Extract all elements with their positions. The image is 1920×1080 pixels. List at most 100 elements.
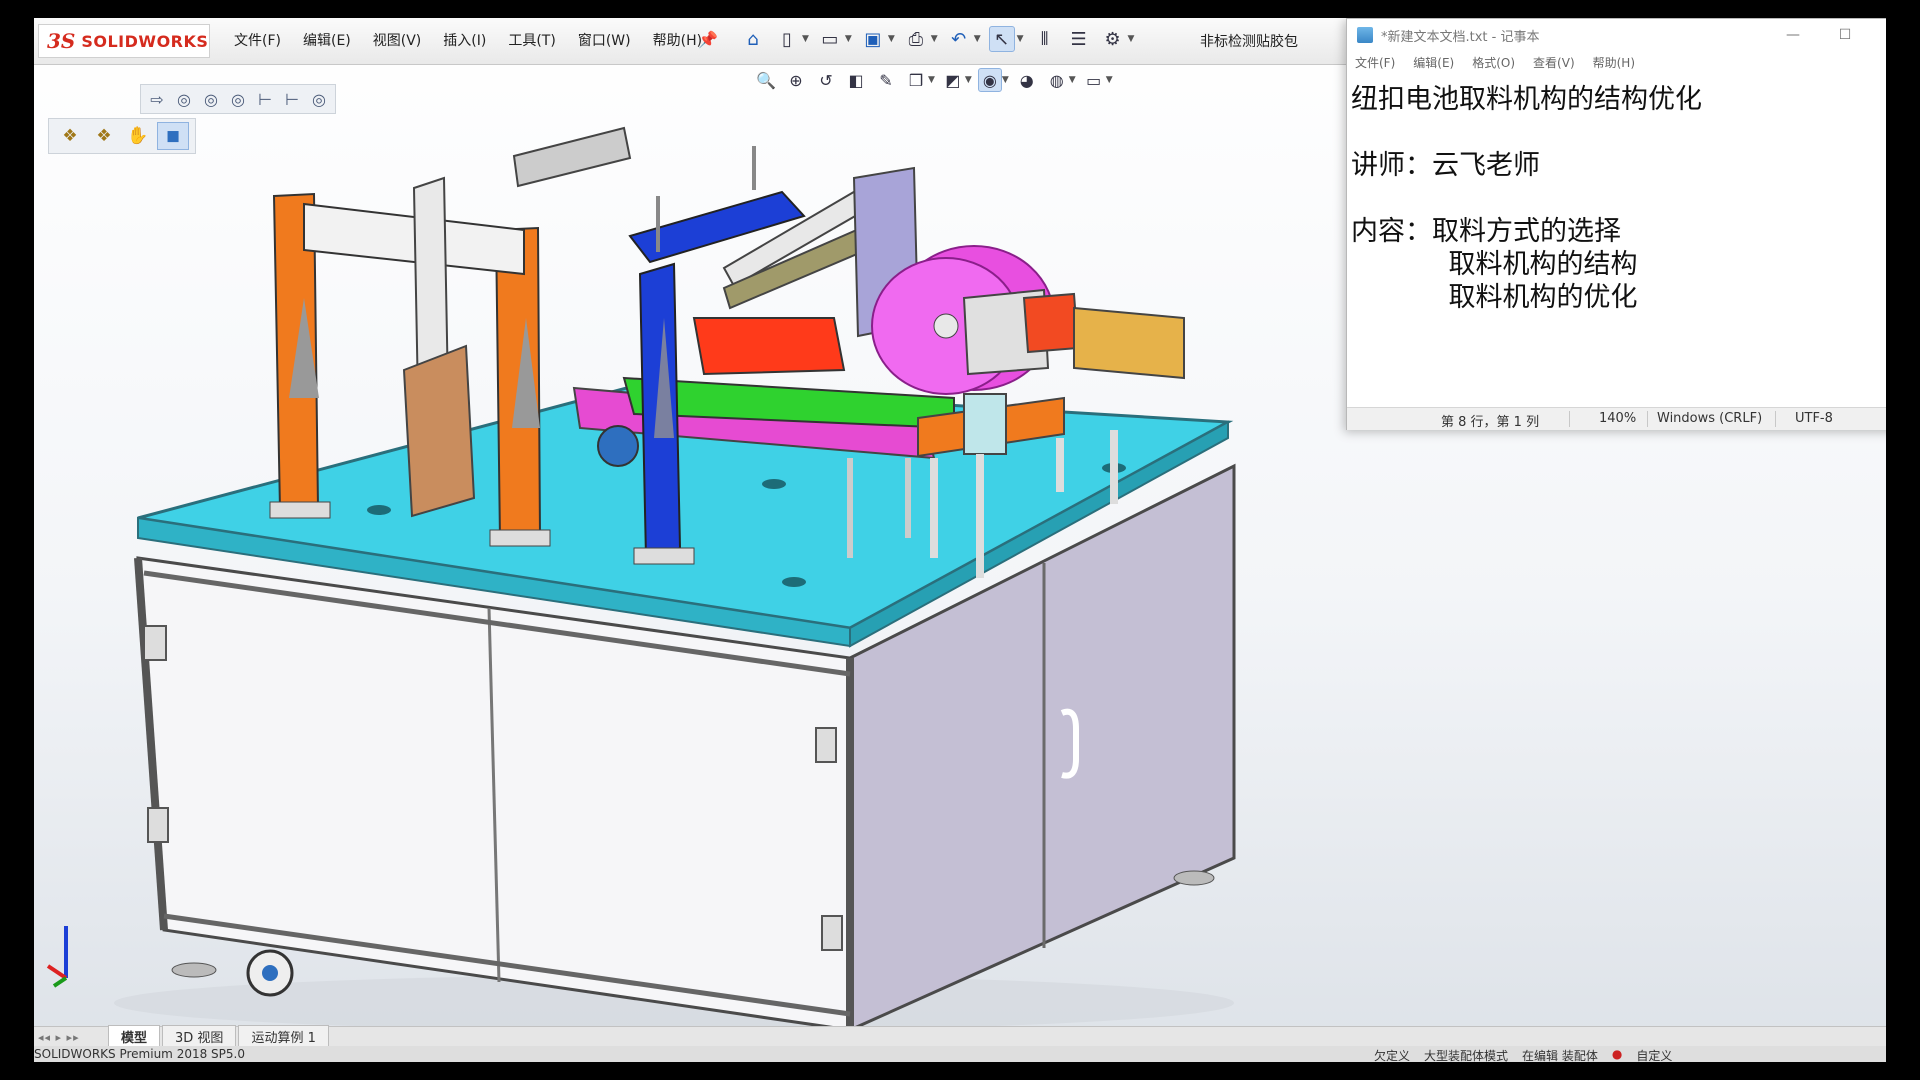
mate-icon[interactable]: ❖ bbox=[89, 123, 119, 149]
print-icon[interactable]: ⎙ bbox=[903, 26, 929, 52]
menu-insert[interactable]: 插入(I) bbox=[443, 30, 486, 50]
tab-3d-view[interactable]: 3D 视图 bbox=[162, 1025, 237, 1047]
logo-mark: 3S bbox=[47, 29, 76, 53]
assembly-cube-icon[interactable]: ◼ bbox=[157, 122, 189, 150]
zoom-level: 140% bbox=[1599, 411, 1637, 426]
property-manager-icon[interactable]: ◎ bbox=[199, 87, 223, 111]
status-divider bbox=[1647, 411, 1648, 427]
section-view-icon[interactable]: ◧ bbox=[844, 68, 868, 92]
configuration-manager-icon[interactable]: ◎ bbox=[226, 87, 250, 111]
status-large-assembly: 大型装配体模式 bbox=[1424, 1049, 1509, 1062]
chevron-down-icon[interactable]: ▼ bbox=[1106, 75, 1113, 85]
chevron-down-icon[interactable]: ▼ bbox=[1002, 75, 1009, 85]
expand-arrow-icon[interactable]: ⇨ bbox=[145, 87, 169, 111]
component-toolbar: ❖ ❖ ✋ ◼ bbox=[48, 118, 196, 154]
save-icon[interactable]: ▣ bbox=[860, 26, 886, 52]
zoom-area-icon[interactable]: ⊕ bbox=[784, 68, 808, 92]
menu-tools[interactable]: 工具(T) bbox=[508, 30, 555, 50]
notepad-menu-edit[interactable]: 编辑(E) bbox=[1413, 54, 1454, 71]
dimxpert-icon[interactable]: ⊢ bbox=[253, 87, 277, 111]
menu-edit[interactable]: 编辑(E) bbox=[303, 30, 351, 50]
chevron-down-icon[interactable]: ▼ bbox=[1069, 75, 1076, 85]
select-pointer-icon[interactable]: ↖ bbox=[988, 26, 1015, 52]
text-line: 取料机构的结构 bbox=[1351, 249, 1638, 280]
notepad-titlebar[interactable]: *新建文本文档.txt - 记事本 — ☐ ✕ bbox=[1347, 19, 1886, 51]
dynamic-annotation-icon[interactable]: ✎ bbox=[874, 68, 898, 92]
chevron-down-icon[interactable]: ▼ bbox=[888, 34, 895, 44]
menu-view[interactable]: 视图(V) bbox=[373, 30, 422, 50]
insert-component-icon[interactable]: ❖ bbox=[55, 123, 85, 149]
tab-motion-study[interactable]: 运动算例 1 bbox=[238, 1025, 329, 1047]
main-menu: 文件(F) 编辑(E) 视图(V) 插入(I) 工具(T) 窗口(W) 帮助(H… bbox=[234, 30, 702, 50]
status-version: SOLIDWORKS Premium 2018 SP5.0 bbox=[34, 1047, 245, 1061]
view-toolbar: 🔍 ⊕ ↺ ◧ ✎ ❒ ▼ ◩ ▼ ◉ ▼ ◕ ◍ ▼ ▭ ▼ bbox=[754, 68, 1113, 92]
edit-appearance-icon[interactable]: ◕ bbox=[1015, 68, 1039, 92]
chevron-down-icon[interactable]: ▼ bbox=[1017, 34, 1024, 44]
chevron-down-icon[interactable]: ▼ bbox=[845, 34, 852, 44]
menu-file[interactable]: 文件(F) bbox=[234, 30, 281, 50]
notepad-text-area[interactable]: 纽扣电池取料机构的结构优化 讲师：云飞老师 内容：取料方式的选择 取料机构的结构… bbox=[1347, 73, 1886, 407]
notepad-menu: 文件(F) 编辑(E) 格式(O) 查看(V) 帮助(H) bbox=[1347, 51, 1886, 73]
hide-show-icon[interactable]: ◉ bbox=[977, 68, 1002, 92]
status-right: 欠定义 大型装配体模式 在编辑 装配体 ● 自定义 bbox=[1374, 1047, 1672, 1062]
chevron-down-icon[interactable]: ▼ bbox=[931, 34, 938, 44]
options-gear-icon[interactable]: ⚙ bbox=[1100, 26, 1126, 52]
notepad-menu-view[interactable]: 查看(V) bbox=[1533, 54, 1575, 71]
tab-model[interactable]: 模型 bbox=[108, 1025, 161, 1047]
move-component-icon[interactable]: ✋ bbox=[123, 123, 153, 149]
chevron-down-icon[interactable]: ▼ bbox=[928, 75, 935, 85]
view-orientation-icon[interactable]: ❒ bbox=[904, 68, 928, 92]
pin-icon[interactable]: 📌 bbox=[698, 30, 718, 49]
solidworks-window: 3S SOLIDWORKS 文件(F) 编辑(E) 视图(V) 插入(I) 工具… bbox=[34, 18, 1886, 1062]
display-style-icon[interactable]: ◩ bbox=[941, 68, 965, 92]
status-units[interactable]: 自定义 bbox=[1636, 1047, 1672, 1062]
notepad-window: *新建文本文档.txt - 记事本 — ☐ ✕ 文件(F) 编辑(E) 格式(O… bbox=[1346, 18, 1886, 430]
undo-icon[interactable]: ↶ bbox=[946, 26, 972, 52]
coordinate-triad-icon bbox=[46, 926, 68, 988]
chevron-down-icon[interactable]: ▼ bbox=[965, 75, 972, 85]
feature-manager-icon[interactable]: ◎ bbox=[172, 87, 196, 111]
file-properties-icon[interactable]: ☰ bbox=[1066, 26, 1092, 52]
status-bar: SOLIDWORKS Premium 2018 SP5.0 欠定义 大型装配体模… bbox=[34, 1046, 1886, 1062]
close-icon[interactable]: ✕ bbox=[1871, 19, 1886, 51]
text-line bbox=[1351, 182, 1886, 215]
chevron-down-icon[interactable]: ▼ bbox=[802, 34, 809, 44]
cam-manager-icon[interactable]: ◎ bbox=[307, 87, 331, 111]
new-document-icon[interactable]: ▯ bbox=[774, 26, 800, 52]
home-icon[interactable]: ⌂ bbox=[740, 26, 766, 52]
status-divider bbox=[1775, 411, 1776, 427]
text-line: 纽扣电池取料机构的结构优化 bbox=[1351, 84, 1702, 115]
chevron-down-icon[interactable]: ▼ bbox=[1128, 34, 1135, 44]
notepad-menu-help[interactable]: 帮助(H) bbox=[1593, 54, 1635, 71]
minimize-icon[interactable]: — bbox=[1767, 19, 1819, 51]
view-settings-icon[interactable]: ▭ bbox=[1082, 68, 1106, 92]
text-line: 内容：取料方式的选择 bbox=[1351, 216, 1621, 247]
logo-text: SOLIDWORKS bbox=[81, 31, 209, 51]
menu-help[interactable]: 帮助(H) bbox=[653, 30, 702, 50]
notepad-status-bar: 第 8 行，第 1 列 140% Windows (CRLF) UTF-8 bbox=[1347, 407, 1886, 430]
notepad-menu-format[interactable]: 格式(O) bbox=[1472, 54, 1515, 71]
notepad-app-icon bbox=[1357, 27, 1373, 43]
feature-manager-toolbar: ⇨ ◎ ◎ ◎ ⊢ ⊢ ◎ bbox=[140, 84, 336, 114]
notepad-menu-file[interactable]: 文件(F) bbox=[1355, 54, 1395, 71]
encoding: UTF-8 bbox=[1795, 411, 1833, 426]
menu-window[interactable]: 窗口(W) bbox=[578, 30, 631, 50]
display-manager-icon[interactable]: ⊢ bbox=[280, 87, 304, 111]
apply-scene-icon[interactable]: ◍ bbox=[1045, 68, 1069, 92]
cursor-position: 第 8 行，第 1 列 bbox=[1441, 415, 1540, 430]
standard-toolbar: ⌂ ▯ ▼ ▭ ▼ ▣ ▼ ⎙ ▼ ↶ ▼ ↖ ▼ ⦀ ☰ ⚙ ▼ bbox=[740, 26, 1134, 52]
text-line: 取料机构的优化 bbox=[1351, 282, 1638, 313]
rebuild-indicator-icon[interactable]: ● bbox=[1612, 1047, 1622, 1062]
zoom-to-fit-icon[interactable]: 🔍 bbox=[754, 68, 778, 92]
status-definition: 欠定义 bbox=[1374, 1049, 1411, 1062]
previous-view-icon[interactable]: ↺ bbox=[814, 68, 838, 92]
window-controls: — ☐ ✕ bbox=[1767, 19, 1886, 51]
chevron-down-icon[interactable]: ▼ bbox=[974, 34, 981, 44]
open-folder-icon[interactable]: ▭ bbox=[817, 26, 843, 52]
tab-scroll-controls[interactable]: ◂◂ ▸ ▸▸ bbox=[34, 1029, 108, 1047]
maximize-icon[interactable]: ☐ bbox=[1819, 19, 1871, 51]
solidworks-logo[interactable]: 3S SOLIDWORKS bbox=[38, 24, 210, 58]
traffic-light-icon[interactable]: ⦀ bbox=[1032, 26, 1058, 52]
text-line: 讲师：云飞老师 bbox=[1351, 150, 1540, 181]
text-line bbox=[1351, 116, 1886, 149]
